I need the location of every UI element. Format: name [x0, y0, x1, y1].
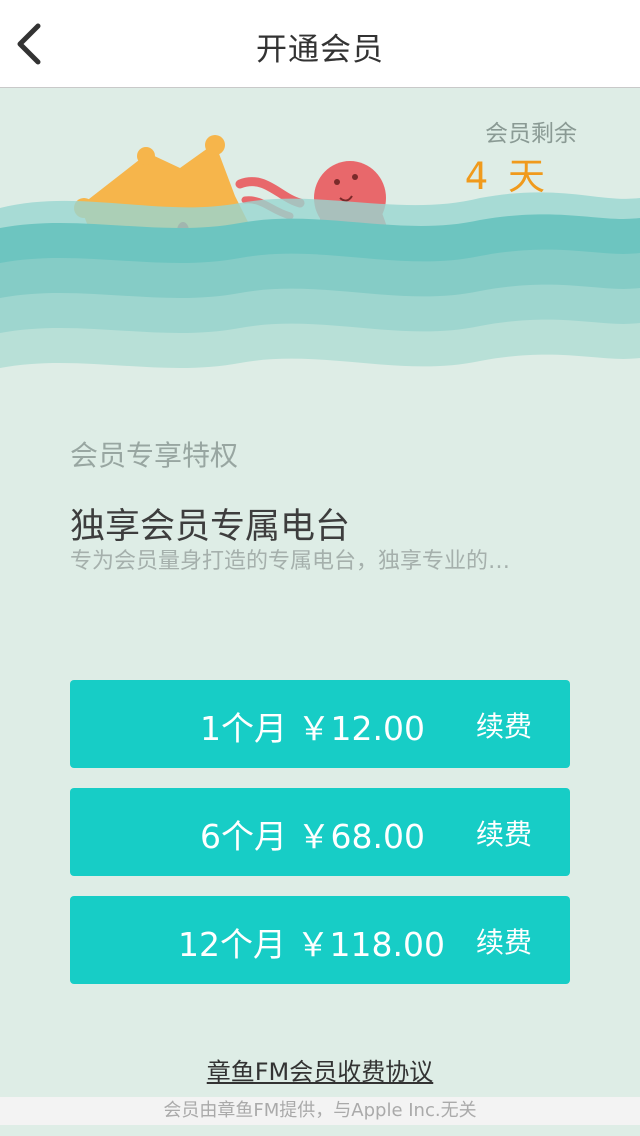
plan-renew-label: 续费: [476, 710, 533, 743]
plan-price: 12个月 ￥118.00: [178, 925, 445, 964]
plan-price: 6个月 ￥68.00: [200, 817, 425, 856]
footer-note: 会员由章鱼FM提供，与Apple Inc.无关: [0, 1097, 640, 1125]
plan-12-month-button[interactable]: 12个月 ￥118.00 续费: [70, 896, 570, 984]
plan-price: 1个月 ￥12.00: [200, 709, 425, 748]
page-title: 开通会员: [256, 32, 384, 68]
plan-renew-label: 续费: [476, 818, 533, 851]
plan-1-month-button[interactable]: 1个月 ￥12.00 续费: [70, 680, 570, 768]
feature-title: 独享会员专属电台: [70, 507, 351, 547]
nav-bar: 开通会员: [0, 0, 640, 88]
membership-remaining-value: 4 天: [464, 155, 549, 198]
plan-6-month-button[interactable]: 6个月 ￥68.00 续费: [70, 788, 570, 876]
fee-agreement-link[interactable]: 章鱼FM会员收费协议: [0, 1052, 640, 1087]
privilege-section-title: 会员专享特权: [70, 439, 239, 472]
membership-remaining-label: 会员剩余: [485, 121, 577, 147]
plan-renew-label: 续费: [476, 926, 533, 959]
feature-description: 专为会员量身打造的专属电台，独享专业的…: [70, 549, 511, 574]
